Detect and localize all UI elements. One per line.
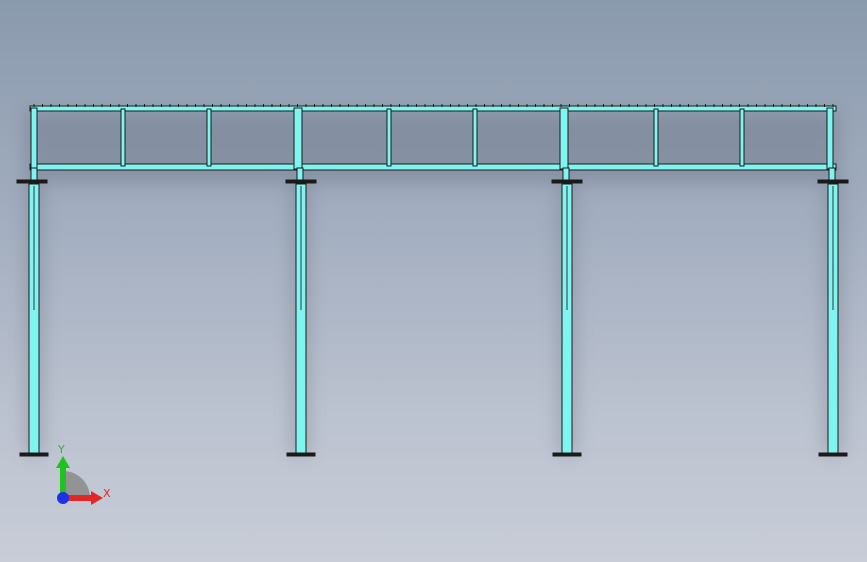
z-axis-dot[interactable] <box>57 492 69 504</box>
truss-post-4[interactable] <box>386 108 392 167</box>
truss-end-left[interactable] <box>30 107 38 170</box>
model-shadows <box>26 112 841 455</box>
columns[interactable] <box>16 167 849 457</box>
column-3[interactable] <box>551 167 583 457</box>
bottom-chord[interactable] <box>29 163 837 171</box>
column-2[interactable] <box>285 167 317 457</box>
truss-end-right[interactable] <box>826 107 834 170</box>
truss-post-6[interactable] <box>559 107 569 170</box>
truss-post-2[interactable] <box>206 108 212 167</box>
truss-post-5[interactable] <box>472 108 478 167</box>
column-4[interactable] <box>817 167 849 457</box>
column-1[interactable] <box>16 167 49 457</box>
x-axis-label: X <box>103 487 111 500</box>
truss-post-8[interactable] <box>739 108 745 167</box>
y-axis-label: Y <box>57 443 65 456</box>
truss-post-1[interactable] <box>120 108 126 167</box>
truss-post-3[interactable] <box>293 107 303 170</box>
frame-model[interactable] <box>0 0 867 562</box>
orientation-triad[interactable]: Y X <box>45 438 115 508</box>
truss-post-7[interactable] <box>653 108 659 167</box>
graphics-viewport[interactable]: Y X <box>0 0 867 562</box>
